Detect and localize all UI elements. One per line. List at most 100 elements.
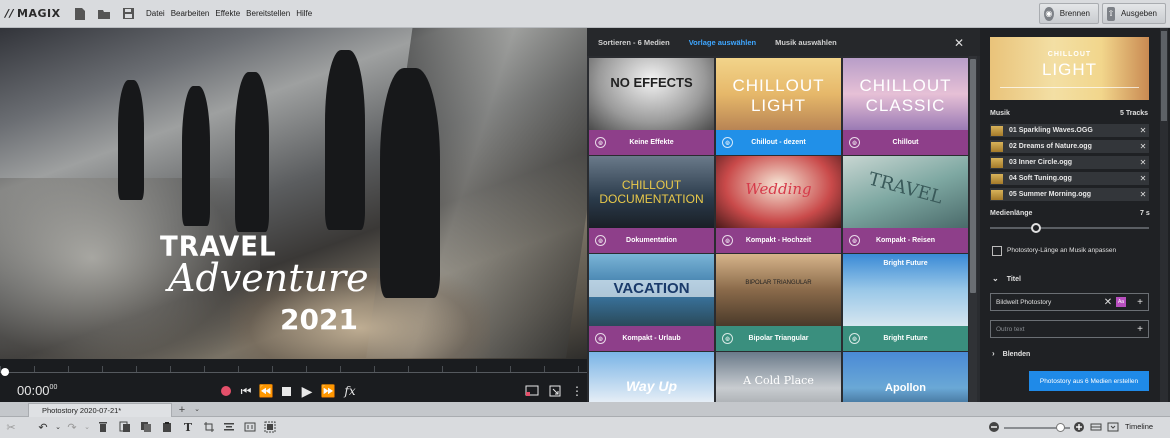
cut-icon[interactable] bbox=[118, 420, 132, 434]
menu-bereitstellen[interactable]: Bereitstellen bbox=[246, 9, 290, 18]
tab-dropdown-icon[interactable]: ⌄ bbox=[191, 404, 203, 416]
timeline-dropdown-icon[interactable] bbox=[1106, 420, 1120, 434]
zoom-in-icon[interactable] bbox=[1072, 420, 1086, 434]
trim-icon[interactable] bbox=[243, 420, 257, 434]
music-track[interactable]: 03 Inner Circle.ogg ✕ bbox=[990, 156, 1149, 169]
burn-button[interactable]: ◉ Brennen bbox=[1039, 3, 1099, 24]
template-name: Dokumentation bbox=[626, 237, 677, 244]
timeline-label[interactable]: Timeline bbox=[1125, 422, 1153, 431]
template-tile[interactable]: CHILLOUT CLASSIC ◎ Chillout bbox=[843, 58, 968, 156]
template-tile[interactable]: TRAVEL ◎ Kompakt - Reisen bbox=[843, 156, 968, 254]
create-photostory-button[interactable]: Photostory aus 6 Medien erstellen bbox=[1029, 371, 1149, 391]
save-icon[interactable] bbox=[120, 6, 136, 22]
clear-title-icon[interactable]: ✕ bbox=[1100, 297, 1116, 308]
text-align-icon[interactable] bbox=[222, 420, 236, 434]
close-icon[interactable]: ✕ bbox=[954, 36, 964, 50]
fx-button[interactable]: fx bbox=[341, 382, 359, 400]
fast-forward-button[interactable]: ⏩ bbox=[319, 382, 337, 400]
play-button[interactable]: ▶ bbox=[298, 382, 316, 400]
zoom-out-icon[interactable] bbox=[987, 420, 1001, 434]
menu-hilfe[interactable]: Hilfe bbox=[296, 9, 312, 18]
add-tab-icon[interactable]: + bbox=[176, 404, 188, 416]
template-thumbnail-text: CHILLOUT CLASSIC bbox=[859, 76, 952, 115]
top-menu-bar: //MAGIX Datei Bearbeiten Effekte Bereits… bbox=[0, 0, 1170, 28]
outro-field[interactable]: Outro text + bbox=[990, 320, 1149, 338]
add-outro-icon[interactable]: + bbox=[1132, 324, 1148, 335]
more-options-icon[interactable]: ⋮ bbox=[568, 382, 586, 400]
template-tile[interactable]: Bright Future ◎ Bright Future bbox=[843, 254, 968, 352]
remove-track-icon[interactable]: ✕ bbox=[1137, 126, 1149, 135]
export-button[interactable]: ⇧ Ausgeben bbox=[1102, 3, 1166, 24]
music-track[interactable]: 02 Dreams of Nature.ogg ✕ bbox=[990, 140, 1149, 153]
title-section-header[interactable]: ⌄ Titel bbox=[992, 274, 1021, 283]
position-scrubber[interactable] bbox=[0, 364, 587, 378]
template-tile[interactable]: CHILLOUT DOCUMENTATION ◎ Dokumentation bbox=[589, 156, 714, 254]
delete-icon[interactable] bbox=[96, 420, 110, 434]
undo-dropdown-icon[interactable]: ⌄ bbox=[51, 420, 65, 434]
paste-icon[interactable] bbox=[160, 420, 174, 434]
template-tile[interactable]: VACATION ◎ Kompakt - Urlaub bbox=[589, 254, 714, 352]
music-file-icon bbox=[991, 173, 1003, 184]
music-track-name: 01 Sparkling Waves.OGG bbox=[1009, 127, 1093, 134]
template-label: ◎ Chillout - dezent bbox=[716, 130, 841, 155]
tab-select-music[interactable]: Musik auswählen bbox=[775, 38, 837, 47]
length-slider-handle[interactable] bbox=[1031, 223, 1041, 233]
music-file-icon bbox=[991, 125, 1003, 136]
remove-track-icon[interactable]: ✕ bbox=[1137, 174, 1149, 183]
music-track[interactable]: 01 Sparkling Waves.OGG ✕ bbox=[990, 124, 1149, 137]
zoom-slider[interactable] bbox=[1004, 423, 1070, 432]
template-label: ◎ Kompakt - Reisen bbox=[843, 228, 968, 253]
record-button[interactable] bbox=[217, 382, 235, 400]
music-track[interactable]: 04 Soft Tuning.ogg ✕ bbox=[990, 172, 1149, 185]
redo-dropdown-icon[interactable]: ⌄ bbox=[80, 420, 94, 434]
undo-icon[interactable]: ↶ bbox=[36, 420, 50, 434]
text-tool-icon[interactable]: T bbox=[181, 420, 195, 434]
fit-view-icon[interactable] bbox=[1089, 420, 1103, 434]
open-folder-icon[interactable] bbox=[96, 6, 112, 22]
stop-button[interactable] bbox=[277, 382, 295, 400]
title-field[interactable]: Bildwelt Photostory ✕ Aa + bbox=[990, 293, 1149, 311]
remove-track-icon[interactable]: ✕ bbox=[1137, 190, 1149, 199]
music-track[interactable]: 05 Summer Morning.ogg ✕ bbox=[990, 188, 1149, 201]
panel-scrollbar[interactable] bbox=[1160, 28, 1168, 402]
fullscreen-icon[interactable] bbox=[546, 382, 564, 400]
scissors-icon[interactable]: ✂ bbox=[4, 420, 18, 434]
menu-bearbeiten[interactable]: Bearbeiten bbox=[171, 9, 210, 18]
new-file-icon[interactable] bbox=[72, 6, 88, 22]
template-thumbnail: A Cold Place bbox=[716, 352, 841, 402]
template-name: Kompakt - Hochzeit bbox=[745, 237, 812, 244]
scrubber-handle[interactable] bbox=[1, 368, 9, 376]
zoom-slider-handle[interactable] bbox=[1056, 423, 1065, 432]
crop-icon[interactable] bbox=[202, 420, 216, 434]
text-format-icon[interactable]: Aa bbox=[1116, 297, 1126, 307]
fit-music-checkbox[interactable] bbox=[992, 246, 1002, 256]
template-tile[interactable]: Apollon◎ bbox=[843, 352, 968, 402]
blend-section-header[interactable]: › Blenden bbox=[992, 349, 1030, 358]
tab-sort-media[interactable]: Sortieren - 6 Medien bbox=[598, 38, 670, 47]
preview-title-line3: 2021 bbox=[280, 303, 358, 336]
remove-track-icon[interactable]: ✕ bbox=[1137, 142, 1149, 151]
rewind-button[interactable]: ⏪ bbox=[257, 382, 275, 400]
template-tile[interactable]: BIPOLAR TRIANGULAR ◎ Bipolar Triangular bbox=[716, 254, 841, 352]
project-tab[interactable]: Photostory 2020-07-21* bbox=[28, 403, 172, 417]
menu-effekte[interactable]: Effekte bbox=[215, 9, 240, 18]
copy-icon[interactable] bbox=[139, 420, 153, 434]
skip-back-button[interactable]: ⏮ bbox=[237, 382, 255, 400]
template-thumbnail: CHILLOUT LIGHT bbox=[716, 58, 841, 130]
template-label: ◎ Keine Effekte bbox=[589, 130, 714, 155]
group-icon[interactable] bbox=[263, 420, 277, 434]
menu-datei[interactable]: Datei bbox=[146, 9, 165, 18]
length-slider[interactable] bbox=[990, 223, 1149, 233]
template-tile[interactable]: Wedding ◎ Kompakt - Hochzeit bbox=[716, 156, 841, 254]
template-tile[interactable]: A Cold Place◎ bbox=[716, 352, 841, 402]
chevron-down-icon: ⌄ bbox=[992, 274, 999, 283]
browser-scrollbar[interactable] bbox=[969, 56, 977, 402]
template-tile[interactable]: CHILLOUT LIGHT ◎ Chillout - dezent bbox=[716, 58, 841, 156]
template-tile[interactable]: Way Up◎ bbox=[589, 352, 714, 402]
tab-select-template[interactable]: Vorlage auswählen bbox=[689, 38, 756, 47]
remove-track-icon[interactable]: ✕ bbox=[1137, 158, 1149, 167]
add-title-icon[interactable]: + bbox=[1132, 297, 1148, 308]
template-tile[interactable]: NO EFFECTS ◎ Keine Effekte bbox=[589, 58, 714, 156]
cast-icon[interactable] bbox=[523, 382, 541, 400]
redo-icon[interactable]: ↷ bbox=[65, 420, 79, 434]
